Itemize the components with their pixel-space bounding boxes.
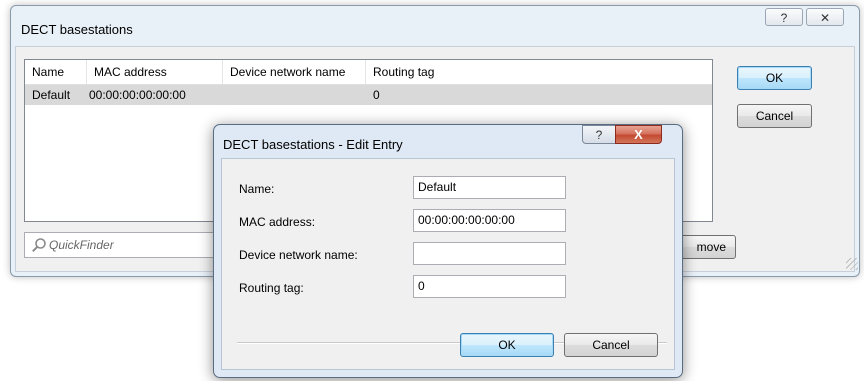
quickfinder-input[interactable]: QuickFinder [24,232,214,258]
cell-device-network-name [223,85,230,105]
column-header-routing-tag[interactable]: Routing tag [366,60,486,84]
name-field[interactable]: Default [413,176,566,199]
edit-cancel-button[interactable]: Cancel [564,333,658,357]
cell-mac-address: 00:00:00:00:00:00 [89,88,186,102]
cell-routing-tag: 0 [373,88,380,102]
resize-grip[interactable] [846,258,858,270]
column-header-mac-address[interactable]: MAC address [87,60,223,84]
title-bar[interactable]: DECT basestations [11,6,859,44]
help-button[interactable]: ? [765,8,803,26]
mac-address-field[interactable]: 00:00:00:00:00:00 [413,209,566,232]
edit-dialog-title[interactable]: DECT basestations - Edit Entry [223,137,403,152]
edit-help-button[interactable]: ? [582,125,616,144]
column-header-name[interactable]: Name [25,60,87,84]
routing-tag-field[interactable]: 0 [413,275,566,298]
device-network-name-field[interactable] [413,242,566,265]
search-icon [31,237,47,256]
column-header-device-network-name[interactable]: Device network name [223,60,366,84]
cell-name: Default [32,88,71,102]
ok-button[interactable]: OK [737,66,812,90]
name-label: Name: [239,182,275,196]
routing-tag-label: Routing tag: [239,281,304,295]
help-icon: ? [780,11,788,25]
quickfinder-placeholder: QuickFinder [49,238,114,252]
edit-close-button[interactable]: X [615,125,662,144]
edit-ok-button[interactable]: OK [460,333,554,357]
close-icon: ✕ [819,11,831,25]
close-icon: X [634,127,643,142]
close-button[interactable]: ✕ [806,8,844,26]
cancel-button[interactable]: Cancel [737,104,812,128]
device-network-name-label: Device network name: [239,248,358,262]
mac-address-label: MAC address: [239,215,316,229]
help-icon: ? [595,128,603,142]
dialog-title: DECT basestations [21,22,133,37]
table-row[interactable]: Default 00:00:00:00:00:00 0 [25,85,712,105]
table-header: Name MAC address Device network name Rou… [25,60,712,85]
